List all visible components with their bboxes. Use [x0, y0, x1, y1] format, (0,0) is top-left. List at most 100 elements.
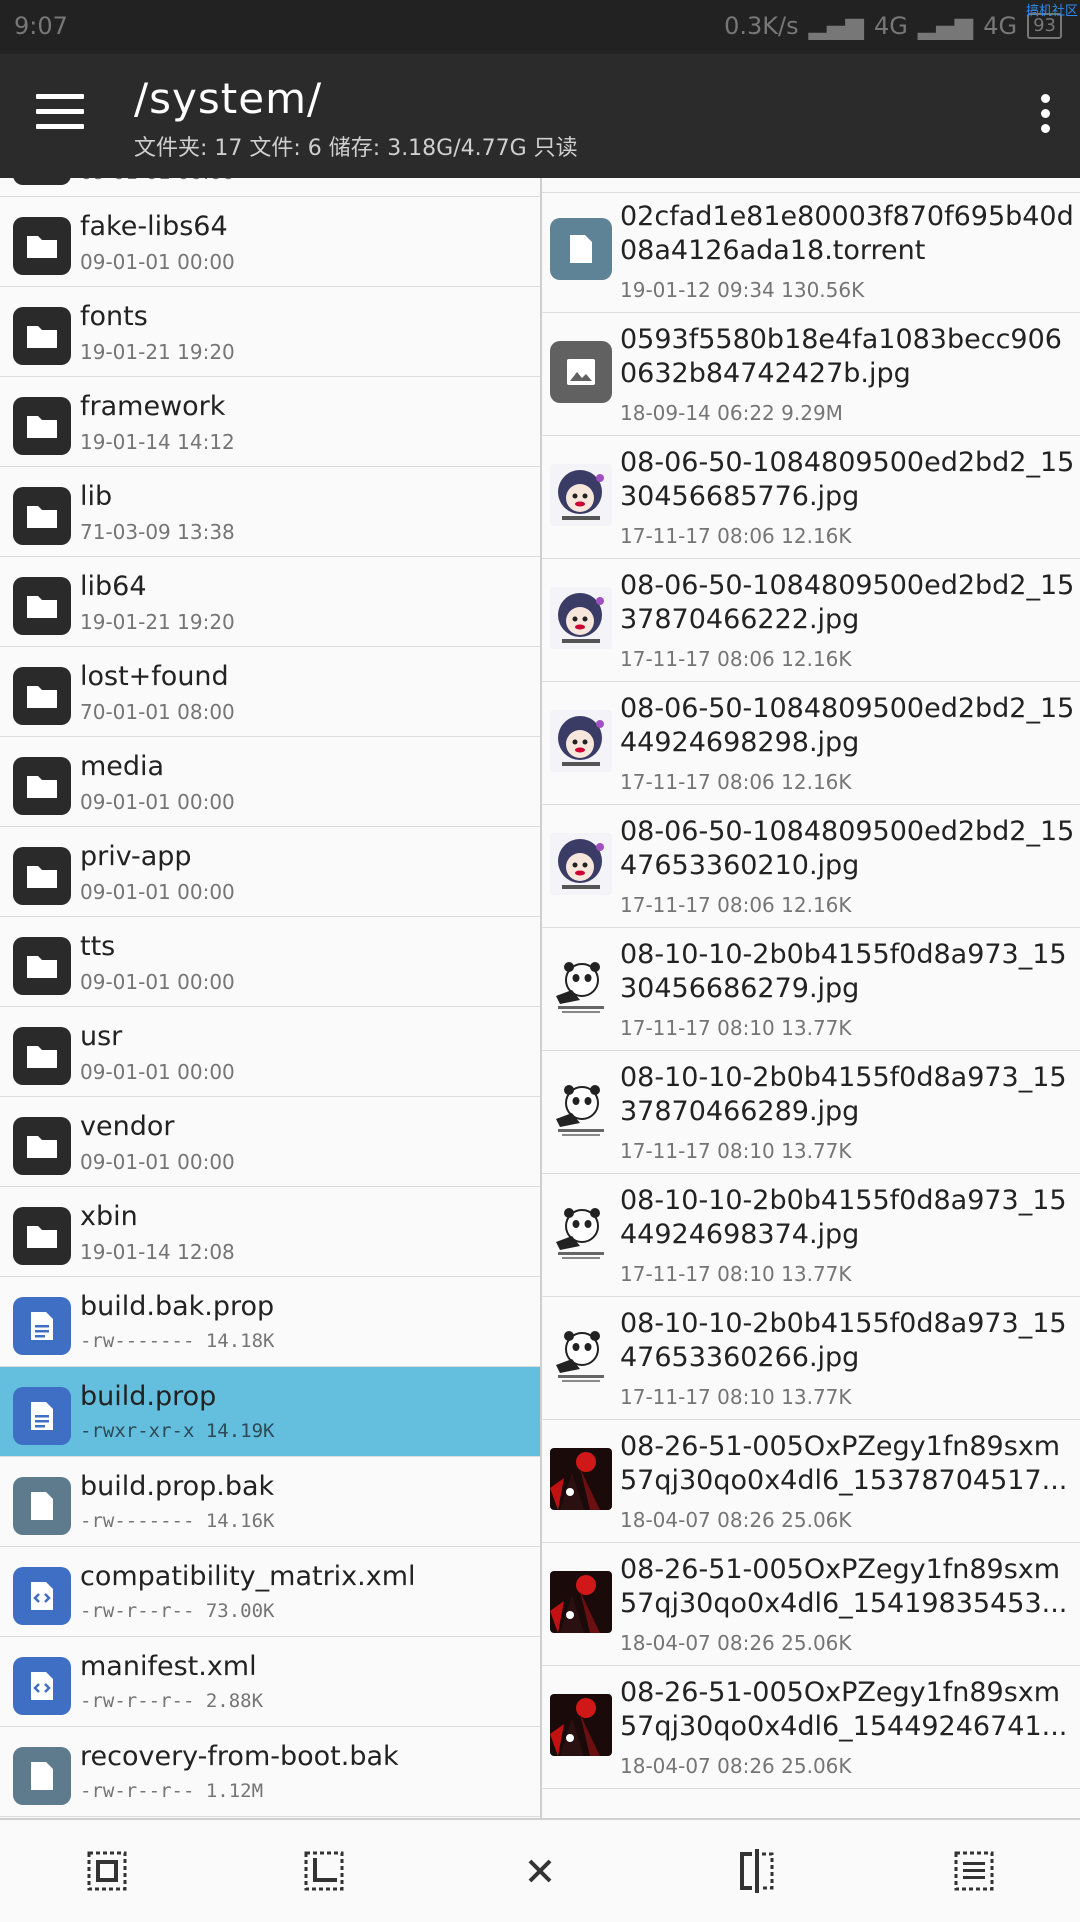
- item-subtitle: -rw------- 14.16K: [80, 1510, 275, 1532]
- item-subtitle: 09-01-01 00:00: [80, 1060, 235, 1084]
- item-subtitle: -rw-r--r-- 73.00K: [80, 1600, 275, 1622]
- image-thumbnail: [550, 710, 612, 772]
- item-subtitle: 19-01-17 08:31 1.44M: [620, 178, 843, 182]
- folder-item[interactable]: lib64 19-01-21 19:20: [0, 557, 540, 647]
- item-name: 08-10-10-2b0b4155f0d8a973_1544924698374.…: [620, 1185, 1067, 1250]
- file-item[interactable]: 08-06-50-1084809500ed2bd2_1547653360210.…: [542, 805, 1080, 928]
- file-item[interactable]: 08-26-51-005OxPZegy1fn89sxm57qj30qo0x4dl…: [542, 1666, 1080, 1789]
- item-name: recovery-from-boot.bak: [80, 1741, 399, 1772]
- folder-item[interactable]: priv-app 09-01-01 00:00: [0, 827, 540, 917]
- folder-item[interactable]: usr 09-01-01 00:00: [0, 1007, 540, 1097]
- menu-icon[interactable]: [36, 94, 84, 134]
- file-item[interactable]: 08-06-50-1084809500ed2bd2_1530456685776.…: [542, 436, 1080, 559]
- item-subtitle: 17-11-17 08:10 13.77K: [620, 1139, 852, 1163]
- folder-item[interactable]: fonts 19-01-21 19:20: [0, 287, 540, 377]
- image-thumbnail: [550, 1202, 612, 1264]
- list-item[interactable]: 09-01-01 00:00: [0, 178, 540, 197]
- document-icon: [13, 1297, 71, 1355]
- file-item[interactable]: 08-26-51-005OxPZegy1fn89sxm57qj30qo0x4dl…: [542, 1543, 1080, 1666]
- item-subtitle: 09-01-01 00:00: [80, 1150, 235, 1174]
- folder-icon: [13, 487, 71, 545]
- file-item[interactable]: 08-26-51-005OxPZegy1fn89sxm57qj30qo0x4dl…: [542, 1420, 1080, 1543]
- network-speed: 0.3K/s: [724, 12, 799, 40]
- item-subtitle: 17-11-17 08:06 12.16K: [620, 893, 852, 917]
- image-thumbnail: [550, 956, 612, 1018]
- folder-icon: [13, 217, 71, 275]
- folder-icon: [13, 1207, 71, 1265]
- item-subtitle: 09-01-01 00:00: [80, 880, 235, 904]
- item-name: build.bak.prop: [80, 1291, 275, 1322]
- image-thumbnail: [550, 1694, 612, 1756]
- file-item[interactable]: manifest.xml -rw-r--r-- 2.88K: [0, 1637, 540, 1727]
- item-subtitle: 71-03-09 13:38: [80, 520, 235, 544]
- file-item[interactable]: build.prop -rwxr-xr-x 14.19K: [0, 1367, 540, 1457]
- select-interval-icon[interactable]: [301, 1848, 347, 1894]
- file-item[interactable]: 08-10-10-2b0b4155f0d8a973_1544924698374.…: [542, 1174, 1080, 1297]
- item-name: 0593f5580b18e4fa1083becc9060632b84742427…: [620, 324, 1062, 389]
- close-icon[interactable]: [517, 1848, 563, 1894]
- file-item[interactable]: build.bak.prop -rw------- 14.18K: [0, 1277, 540, 1367]
- folder-item[interactable]: media 09-01-01 00:00: [0, 737, 540, 827]
- file-item[interactable]: recovery-from-boot.bak -rw-r--r-- 1.12M: [0, 1727, 540, 1817]
- folder-icon: [13, 757, 71, 815]
- file-item[interactable]: 08-10-10-2b0b4155f0d8a973_1537870466289.…: [542, 1051, 1080, 1174]
- image-thumbnail: [550, 833, 612, 895]
- file-item[interactable]: 02cfad1e81e80003f870f695b40d08a4126ada18…: [542, 190, 1080, 313]
- item-name: 08-10-10-2b0b4155f0d8a973_1530456686279.…: [620, 939, 1067, 1004]
- folder-icon: [13, 937, 71, 995]
- more-options-icon[interactable]: [1030, 94, 1060, 140]
- image-thumbnail: [550, 1448, 612, 1510]
- folder-item[interactable]: lib 71-03-09 13:38: [0, 467, 540, 557]
- folder-icon: [13, 1027, 71, 1085]
- item-subtitle: 17-11-17 08:06 12.16K: [620, 647, 852, 671]
- folder-icon: [13, 397, 71, 455]
- item-subtitle: 09-01-01 00:00: [80, 970, 235, 994]
- item-subtitle: 17-11-17 08:10 13.77K: [620, 1016, 852, 1040]
- file-item[interactable]: 0593f5580b18e4fa1083becc9060632b84742427…: [542, 313, 1080, 436]
- split-view-icon[interactable]: [734, 1848, 780, 1894]
- item-name: 08-10-10-2b0b4155f0d8a973_1547653360266.…: [620, 1308, 1067, 1373]
- file-item[interactable]: 08-06-50-1084809500ed2bd2_1537870466222.…: [542, 559, 1080, 682]
- image-thumbnail: [550, 1325, 612, 1387]
- item-name: fonts: [80, 301, 148, 332]
- folder-item[interactable]: lost+found 70-01-01 08:00: [0, 647, 540, 737]
- item-name: 08-26-51-005OxPZegy1fn89sxm57qj30qo0x4dl…: [620, 1677, 1068, 1742]
- file-icon: [13, 1747, 71, 1805]
- file-item[interactable]: compatibility_matrix.xml -rw-r--r-- 73.00…: [0, 1547, 540, 1637]
- folder-item[interactable]: framework 19-01-14 14:12: [0, 377, 540, 467]
- list-select-icon[interactable]: [951, 1848, 997, 1894]
- item-subtitle: 17-11-17 08:10 13.77K: [620, 1262, 852, 1286]
- folder-item[interactable]: xbin 19-01-14 12:08: [0, 1187, 540, 1277]
- item-name: usr: [80, 1021, 123, 1052]
- image-thumbnail: [550, 587, 612, 649]
- folder-icon: [13, 847, 71, 905]
- item-subtitle: 09-01-01 00:00: [80, 178, 235, 184]
- file-item[interactable]: build.prop.bak -rw------- 14.16K: [0, 1457, 540, 1547]
- file-item[interactable]: 08-10-10-2b0b4155f0d8a973_1530456686279.…: [542, 928, 1080, 1051]
- signal-label-1: 4G: [873, 12, 908, 40]
- status-bar: 9:07 0.3K/s ▂▄▆ 4G ▂▄▆ 4G 93 搞机社区: [0, 0, 1080, 54]
- file-item[interactable]: 08-06-50-1084809500ed2bd2_1544924698298.…: [542, 682, 1080, 805]
- app-bar: /system/ 文件夹: 17 文件: 6 储存: 3.18G/4.77G 只…: [0, 54, 1080, 178]
- item-subtitle: 19-01-21 19:20: [80, 340, 235, 364]
- left-file-pane[interactable]: 09-01-01 00:00fake-libs6409-01-01 00:00f…: [0, 178, 540, 1818]
- item-name: 08-26-51-005OxPZegy1fn89sxm57qj30qo0x4dl…: [620, 1554, 1068, 1619]
- folder-item[interactable]: fake-libs64 09-01-01 00:00: [0, 197, 540, 287]
- item-name: lib64: [80, 571, 147, 602]
- folder-item[interactable]: tts 09-01-01 00:00: [0, 917, 540, 1007]
- item-name: tts: [80, 931, 116, 962]
- file-item[interactable]: 08-10-10-2b0b4155f0d8a973_1547653360266.…: [542, 1297, 1080, 1420]
- right-file-pane[interactable]: 19-01-17 08:31 1.44M 02cfad1e81e80003f870…: [542, 178, 1080, 1818]
- item-name: build.prop: [80, 1381, 217, 1412]
- code-file-icon: [13, 1567, 71, 1625]
- item-name: 08-06-50-1084809500ed2bd2_1547653360210.…: [620, 816, 1075, 881]
- item-name: xbin: [80, 1201, 138, 1232]
- image-thumbnail: [550, 1571, 612, 1633]
- item-subtitle: 18-04-07 08:26 25.06K: [620, 1754, 852, 1778]
- folder-item[interactable]: vendor 09-01-01 00:00: [0, 1097, 540, 1187]
- item-name: lost+found: [80, 661, 229, 692]
- select-all-icon[interactable]: [84, 1848, 130, 1894]
- file-icon: [550, 218, 612, 280]
- item-name: build.prop.bak: [80, 1471, 275, 1502]
- signal-icon: ▂▄▆: [917, 12, 974, 40]
